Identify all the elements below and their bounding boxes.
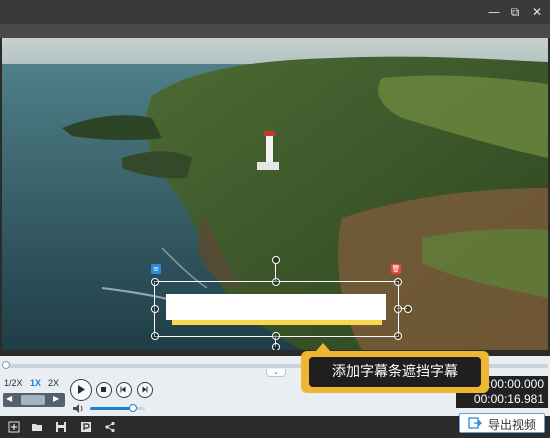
export-video-button[interactable]: 导出视频 — [459, 413, 545, 433]
play-button[interactable] — [70, 379, 92, 401]
previous-icon — [120, 386, 126, 393]
timeline-playhead[interactable] — [2, 361, 10, 369]
total-time: 00:00:16.981 — [473, 392, 544, 406]
close-button[interactable]: ✕ — [528, 3, 546, 21]
stop-button[interactable] — [96, 382, 112, 398]
subtitle-cover-bar[interactable] — [166, 294, 386, 320]
speed-half-button[interactable]: 1/2X — [4, 378, 23, 388]
minimize-button[interactable]: — — [485, 3, 503, 21]
resize-handle-bottom-right[interactable] — [394, 332, 402, 340]
next-icon — [142, 386, 148, 393]
collapse-chevron-icon[interactable]: ⌄ — [266, 369, 286, 377]
toolbar-strip — [0, 24, 550, 38]
speed-normal-button[interactable]: 1X — [30, 378, 41, 388]
export-icon — [468, 417, 482, 429]
save-icon[interactable] — [55, 421, 67, 433]
previous-frame-button[interactable] — [116, 382, 132, 398]
play-icon — [78, 385, 85, 394]
open-folder-icon[interactable] — [31, 421, 43, 433]
step-forward-icon[interactable]: ▶ — [53, 394, 59, 403]
rotate-handle[interactable] — [272, 256, 280, 264]
resize-handle-top-left[interactable] — [151, 278, 159, 286]
resize-handle-top[interactable] — [272, 278, 280, 286]
subtitle-edit-overlay: ≡ 🗑 — [2, 38, 548, 350]
volume-level — [90, 407, 133, 410]
export-label: 导出视频 — [488, 418, 537, 432]
hint-arrow — [316, 343, 330, 351]
resize-handle-right[interactable] — [394, 305, 402, 313]
share-icon[interactable] — [104, 421, 116, 433]
video-preview[interactable]: ≡ 🗑 — [2, 38, 548, 350]
bottom-handle[interactable] — [272, 343, 280, 350]
speed-double-button[interactable]: 2X — [48, 378, 59, 388]
resize-handle-left[interactable] — [151, 305, 159, 313]
resize-handle-bottom[interactable] — [272, 332, 280, 340]
hint-text: 添加字幕条遮挡字幕 — [309, 357, 481, 387]
stop-icon — [101, 387, 106, 392]
frame-jog-control[interactable]: ◀ ▶ — [3, 393, 65, 407]
save-as-icon[interactable] — [80, 421, 92, 433]
volume-slider[interactable] — [90, 404, 145, 412]
volume-icon[interactable] — [72, 403, 86, 414]
resize-handle-top-right[interactable] — [394, 278, 402, 286]
restore-button[interactable]: ⧉ — [506, 3, 524, 21]
step-back-icon[interactable]: ◀ — [6, 394, 12, 403]
new-project-icon[interactable] — [8, 421, 20, 433]
side-handle[interactable] — [404, 305, 412, 313]
delete-icon[interactable]: 🗑 — [391, 264, 401, 274]
jog-knob[interactable] — [21, 395, 45, 405]
resize-handle-bottom-left[interactable] — [151, 332, 159, 340]
hint-callout: 添加字幕条遮挡字幕 — [301, 343, 489, 393]
next-frame-button[interactable] — [137, 382, 153, 398]
list-icon[interactable]: ≡ — [151, 264, 161, 274]
volume-knob[interactable] — [128, 404, 137, 412]
subtitle-accent-strip — [172, 320, 382, 325]
title-bar: — ⧉ ✕ — [0, 0, 550, 24]
